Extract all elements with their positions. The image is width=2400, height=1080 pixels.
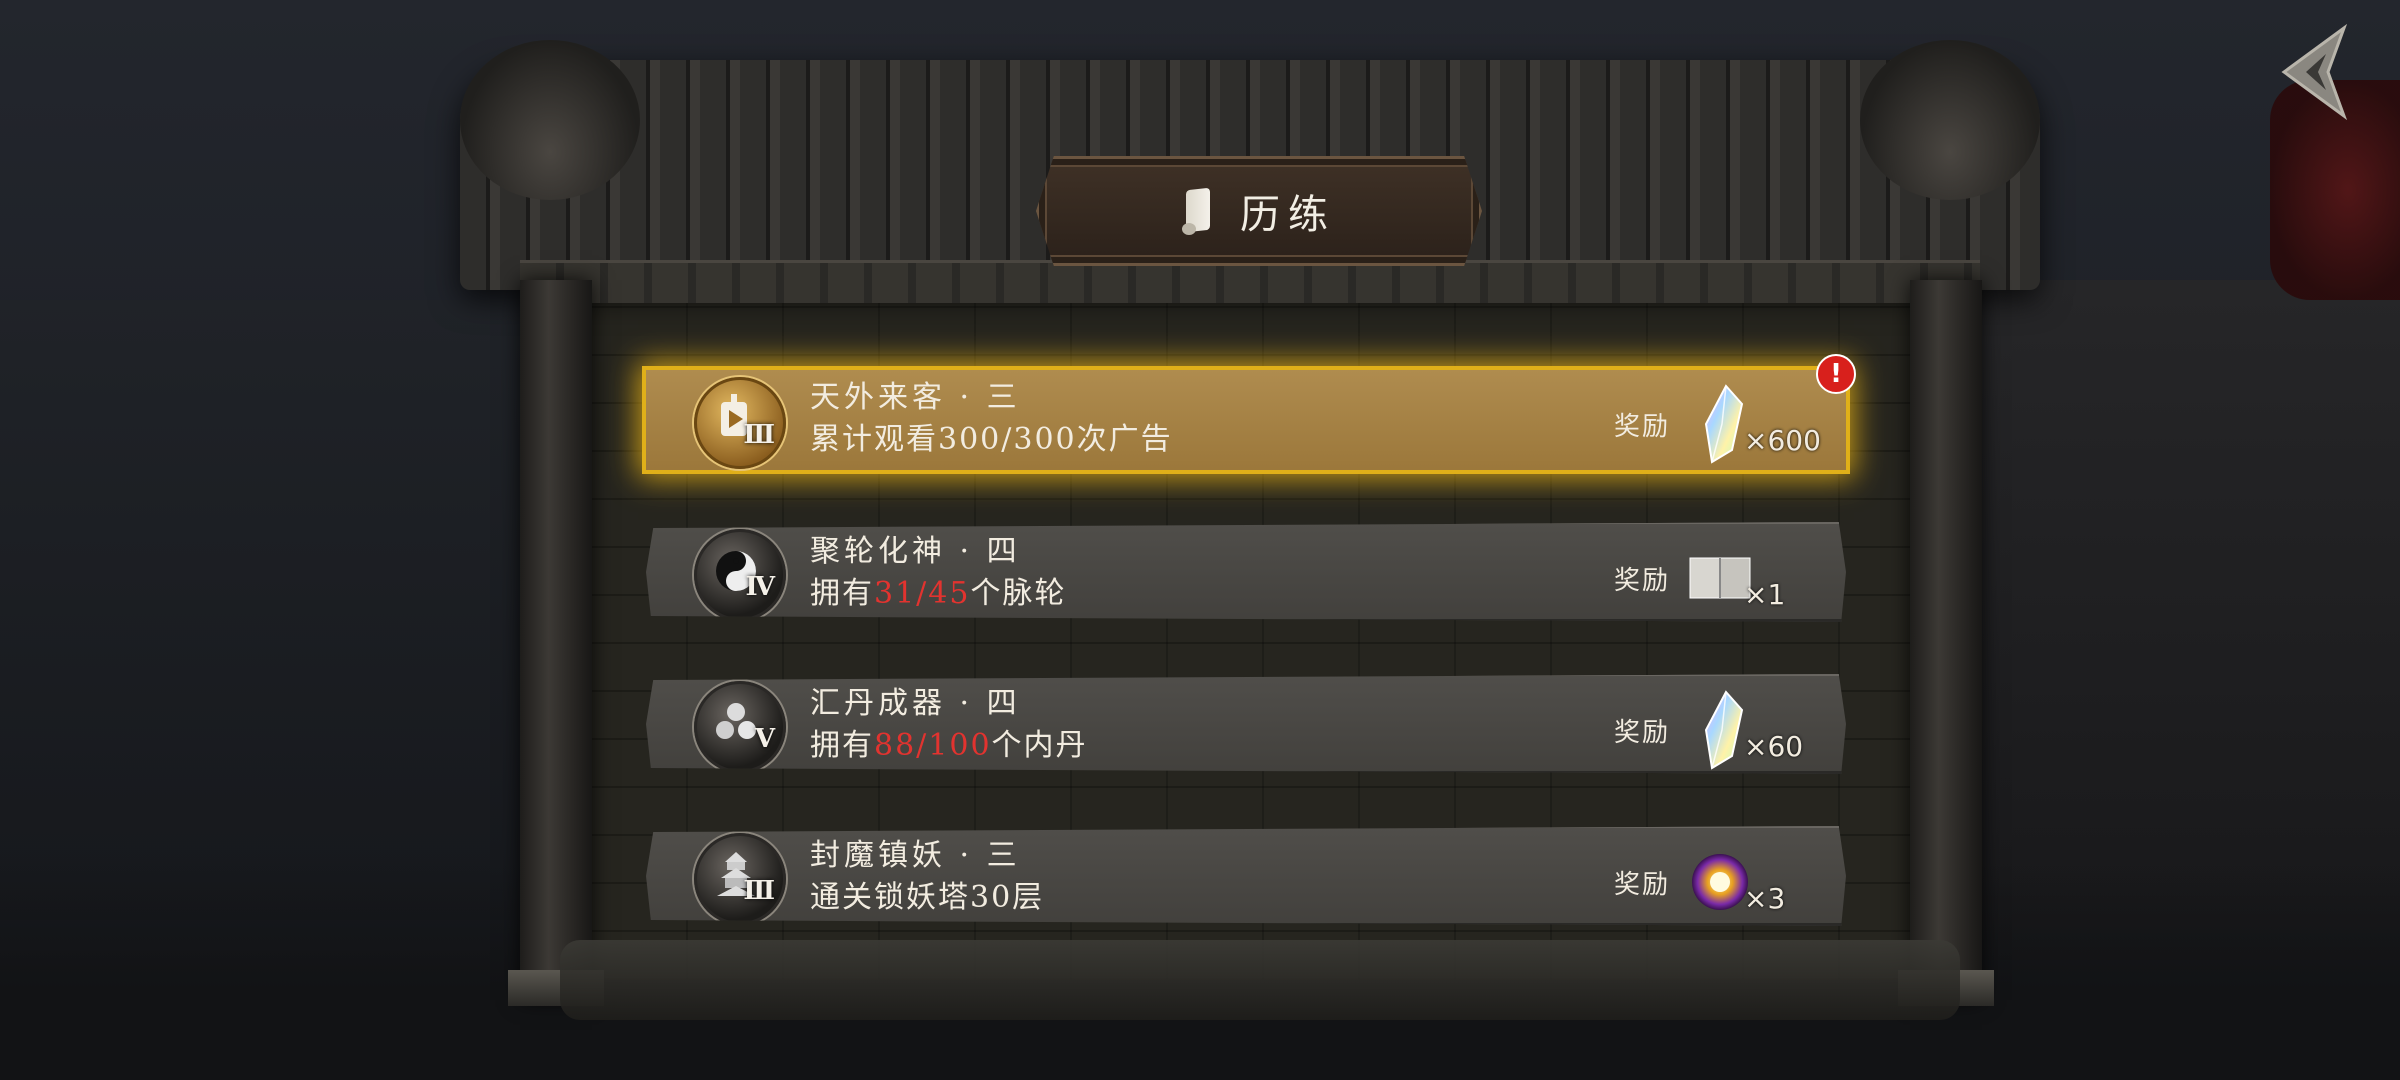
task-card-1[interactable]: Ⅲ 天外来客 · 三 累计观看300/300次广告 奖励 ×600 ! <box>646 354 1856 470</box>
reward-label: 奖励 <box>1614 412 1671 442</box>
task-desc: 拥有88/100个内丹 <box>810 728 1088 763</box>
task-desc: 通关锁妖塔30层 <box>810 880 1045 915</box>
reward-label: 奖励 <box>1614 566 1671 596</box>
task-badge-3: Ⅴ <box>694 680 786 773</box>
reward-label: 奖励 <box>1614 718 1671 748</box>
roof-ornament-left <box>460 40 640 200</box>
reward-count: ×1 <box>1744 578 1786 611</box>
reward-label: 奖励 <box>1614 870 1671 900</box>
badge-roman: Ⅲ <box>743 420 775 450</box>
pill-orbs-icon <box>716 702 756 739</box>
badge-roman: Ⅲ <box>743 875 775 906</box>
task-desc: 拥有31/45个脉轮 <box>810 576 1067 611</box>
task-title: 天外来客 · 三 <box>810 380 1021 415</box>
floor-stones <box>560 940 1960 1020</box>
reward-count: ×60 <box>1744 730 1804 763</box>
gate-pillar-right <box>1910 280 1982 1000</box>
task-badge-2: Ⅳ <box>694 528 786 621</box>
task-desc: 累计观看300/300次广告 <box>810 422 1173 457</box>
background-house-right <box>1980 280 2400 960</box>
task-card-2[interactable]: Ⅳ 聚轮化神 · 四 拥有31/45个脉轮 奖励 ×1 <box>646 522 1846 622</box>
reward-count: ×3 <box>1744 882 1786 915</box>
roof-ornament-right <box>1860 40 2040 200</box>
background-house-left <box>0 300 560 920</box>
task-card-4[interactable]: Ⅲ 封魔镇妖 · 三 通关锁妖塔30层 奖励 ×3 <box>646 826 1846 926</box>
back-icon[interactable] <box>2272 23 2352 121</box>
roof-band <box>520 260 1980 303</box>
task-title: 聚轮化神 · 四 <box>810 534 1021 569</box>
badge-roman: Ⅴ <box>754 723 775 754</box>
gate-pillar-left <box>520 280 592 1000</box>
badge-roman: Ⅳ <box>745 571 775 602</box>
task-badge-1: Ⅲ <box>694 377 786 469</box>
scroll-icon <box>1182 187 1216 235</box>
game-scene: 历练 Ⅲ 天外来客 · 三 累计观看300/300次广告 奖励 ×600 ! Ⅳ… <box>0 0 2400 1080</box>
task-badge-4: Ⅲ <box>694 832 786 925</box>
page-title: 历练 <box>1240 192 1336 238</box>
progress-value: 31/45 <box>874 576 971 611</box>
task-card-3[interactable]: Ⅴ 汇丹成器 · 四 拥有88/100个内丹 奖励 ×60 <box>646 674 1846 774</box>
alert-badge: ! <box>1816 354 1856 394</box>
progress-value: 88/100 <box>874 728 992 763</box>
title-plaque: 历练 <box>1036 156 1482 266</box>
reward-count: ×600 <box>1744 424 1821 457</box>
task-title: 封魔镇妖 · 三 <box>810 838 1021 873</box>
task-title: 汇丹成器 · 四 <box>810 686 1021 721</box>
